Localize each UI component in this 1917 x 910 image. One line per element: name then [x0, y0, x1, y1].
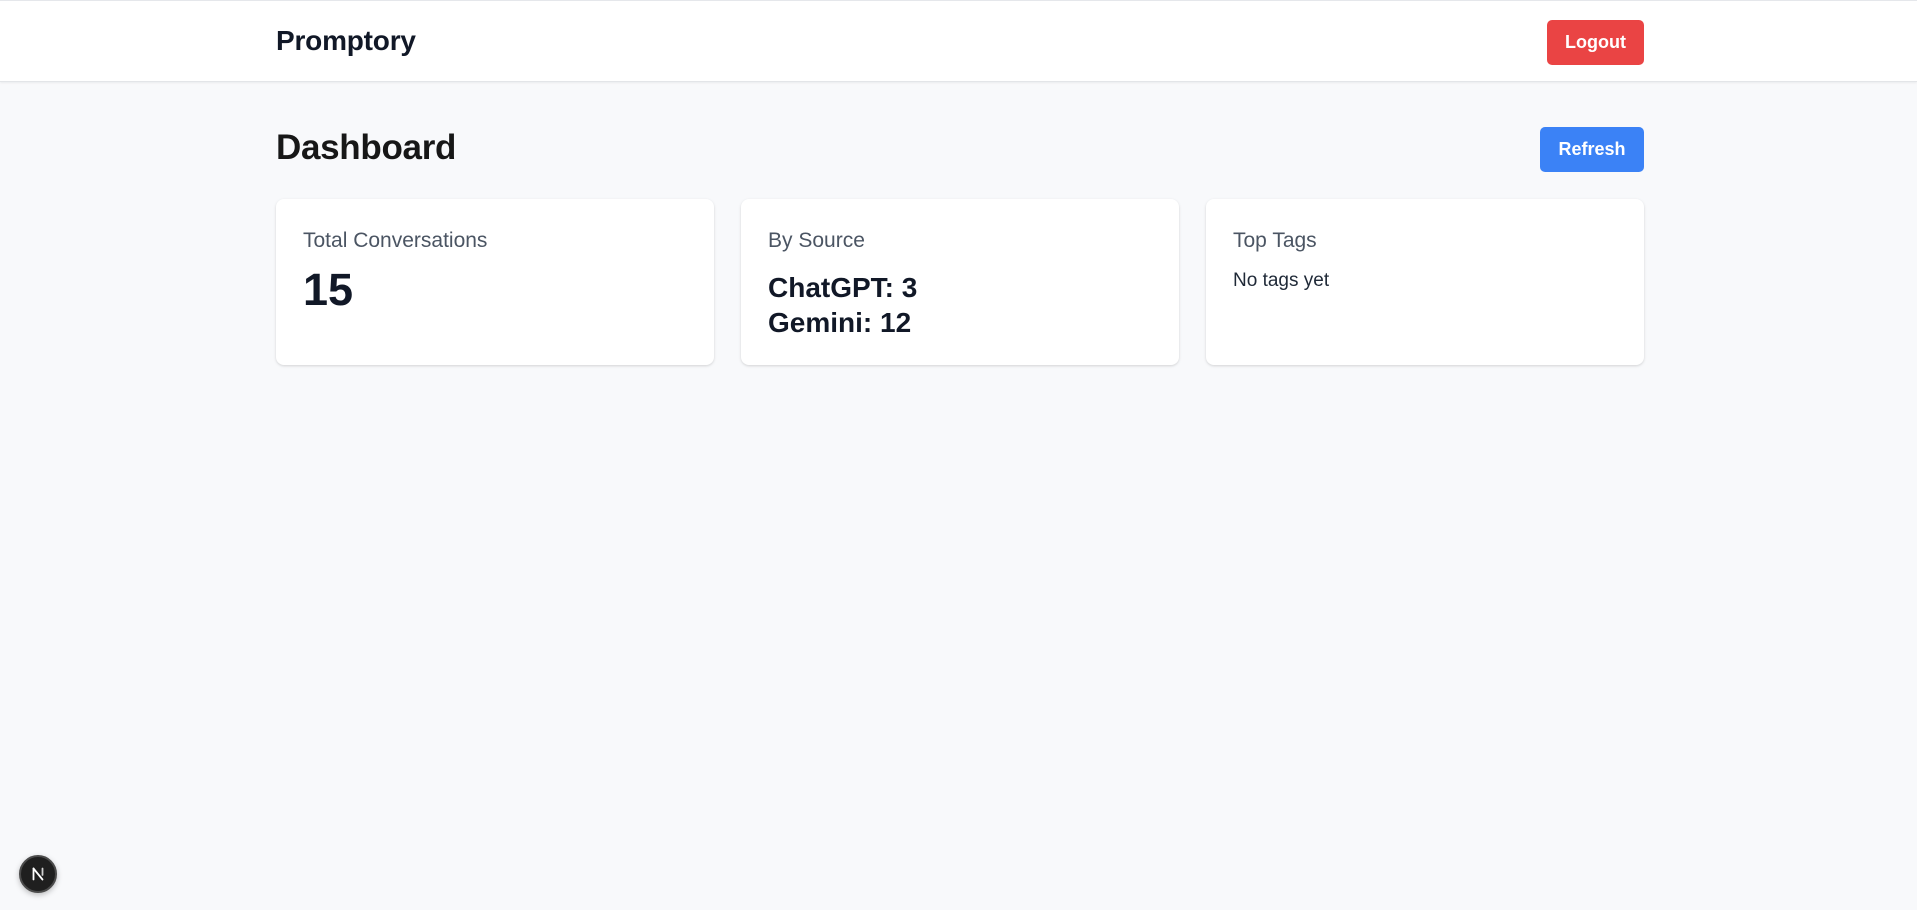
total-conversations-value: 15 — [303, 264, 354, 315]
top-navbar: Promptory Logout — [0, 0, 1917, 82]
source-item-chatgpt: ChatGPT: 3 — [768, 272, 918, 303]
logout-button[interactable]: Logout — [1547, 20, 1644, 65]
by-source-card: By Source ChatGPT: 3 Gemini: 12 — [741, 199, 1179, 365]
source-item-gemini: Gemini: 12 — [768, 307, 912, 338]
brand-logo-text[interactable]: Promptory — [276, 25, 416, 57]
top-tags-card: Top Tags No tags yet — [1206, 199, 1644, 365]
refresh-button[interactable]: Refresh — [1540, 127, 1644, 172]
by-source-title: By Source — [768, 229, 865, 252]
total-conversations-title: Total Conversations — [303, 229, 488, 252]
next-logo-icon — [32, 867, 44, 881]
total-conversations-card: Total Conversations 15 — [276, 199, 714, 365]
source-list: ChatGPT: 3 Gemini: 12 — [768, 270, 1152, 340]
top-tags-title: Top Tags — [1233, 229, 1317, 252]
next-dev-tools-button[interactable] — [19, 855, 57, 893]
page-title: Dashboard — [276, 128, 457, 167]
tags-empty-message: No tags yet — [1233, 270, 1330, 291]
